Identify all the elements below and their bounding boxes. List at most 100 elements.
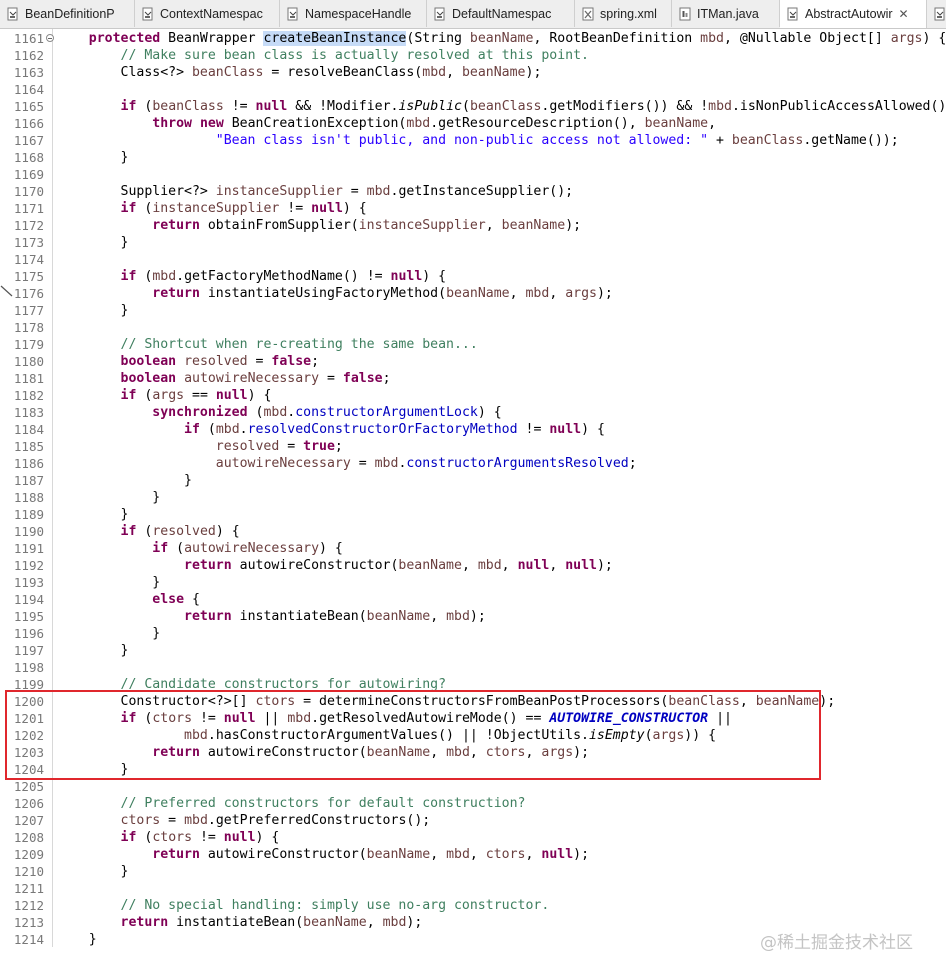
code-area[interactable]: protected BeanWrapper createBeanInstance… (0, 29, 946, 947)
code-token: autowireConstructor( (200, 847, 367, 862)
editor-tab[interactable]: spring.xml (575, 0, 672, 27)
code-token: ( (248, 405, 264, 420)
code-token: != (518, 422, 550, 437)
code-token: ( (645, 728, 653, 743)
code-token: boolean (121, 354, 177, 369)
breakpoint-marker-icon[interactable] (0, 284, 14, 298)
code-line: mbd.hasConstructorArgumentValues() || !O… (57, 727, 716, 744)
editor-tab[interactable]: ITMan.java (672, 0, 780, 27)
code-token: , (470, 847, 486, 862)
code-token: } (57, 864, 128, 879)
code-token: null (549, 422, 581, 437)
code-line: if (mbd.getFactoryMethodName() != null) … (57, 268, 446, 285)
editor-tab-label: AbstractAutowir (805, 7, 893, 21)
code-token: beanName (502, 218, 566, 233)
code-token: } (57, 762, 128, 777)
code-token: resolved (152, 524, 216, 539)
code-line: } (57, 506, 128, 523)
code-token (57, 388, 121, 403)
code-token: beanClass (152, 99, 223, 114)
code-line: return instantiateBean(beanName, mbd); (57, 914, 422, 931)
code-line: "Bean class isn't public, and non-public… (57, 132, 899, 149)
code-token: || (708, 711, 732, 726)
code-token: = (343, 184, 367, 199)
code-token: , (502, 558, 518, 573)
code-token (57, 524, 121, 539)
code-token: ( (200, 422, 216, 437)
code-token: != (192, 830, 224, 845)
code-token: ) { (319, 541, 343, 556)
code-token: . (240, 422, 248, 437)
code-line: // Candidate constructors for autowiring… (57, 676, 446, 693)
code-token: // Make sure bean class is actually reso… (121, 48, 589, 63)
code-token: = (351, 456, 375, 471)
code-token: return (152, 745, 200, 760)
code-token: Class<?> (57, 65, 192, 80)
code-token: ) { (478, 405, 502, 420)
code-line: return obtainFromSupplier(instanceSuppli… (57, 217, 581, 234)
code-token: = (160, 813, 184, 828)
code-token: ); (597, 286, 613, 301)
code-token: mbd (383, 915, 407, 930)
editor-tab[interactable]: ContextNamespac (135, 0, 280, 27)
code-token (57, 796, 121, 811)
code-token: ); (565, 218, 581, 233)
code-token: constructorArgumentLock (295, 405, 478, 420)
code-line: if (instanceSupplier != null) { (57, 200, 367, 217)
editor-tab[interactable]: NamespaceHandle (280, 0, 427, 27)
code-token: if (121, 524, 137, 539)
code-editor[interactable]: 1161116211631164116511661167116811691170… (0, 29, 946, 947)
code-token: mbd (422, 65, 446, 80)
code-token: ( (136, 830, 152, 845)
code-token (57, 711, 121, 726)
code-token: return (184, 558, 232, 573)
code-token: mbd (525, 286, 549, 301)
code-token: if (121, 269, 137, 284)
code-token: null (224, 711, 256, 726)
code-token: ( (136, 99, 152, 114)
code-token: beanName (398, 558, 462, 573)
editor-tab[interactable]: AbstractAutowir ✕ (780, 0, 927, 28)
code-token: beanClass (470, 99, 541, 114)
code-token: } (57, 932, 97, 947)
code-token: new (200, 116, 224, 131)
editor-tab[interactable]: DefaultNamespac (427, 0, 575, 27)
code-token: instantiateUsingFactoryMethod( (200, 286, 446, 301)
code-token: ) { (248, 388, 272, 403)
class-file-icon (786, 7, 800, 21)
code-line: if (ctors != null) { (57, 829, 279, 846)
code-token: .getName()); (803, 133, 898, 148)
code-token: = (279, 439, 303, 454)
code-token (57, 813, 121, 828)
code-token: , (526, 745, 542, 760)
code-token: if (184, 422, 200, 437)
class-file-icon (6, 7, 20, 21)
code-token (57, 677, 121, 692)
code-token (57, 337, 121, 352)
code-token: null (256, 99, 288, 114)
code-token (57, 456, 216, 471)
code-token: = (319, 371, 343, 386)
code-token: } (57, 150, 128, 165)
code-token: || (256, 711, 288, 726)
code-token: ( (136, 388, 152, 403)
code-token (57, 541, 152, 556)
code-token: , (430, 847, 446, 862)
code-line: } (57, 761, 128, 778)
code-line: protected BeanWrapper createBeanInstance… (57, 30, 946, 47)
code-token: beanName (470, 31, 534, 46)
code-token: AUTOWIRE_CONSTRUCTOR (549, 711, 708, 726)
code-token: , @Nullable Object[] (724, 31, 891, 46)
code-token: , (446, 65, 462, 80)
editor-tab[interactable]: BeanDefinitionP (0, 0, 135, 27)
code-token: ( (136, 201, 152, 216)
code-token: mbd (367, 184, 391, 199)
close-tab-icon[interactable]: ✕ (899, 7, 909, 21)
code-token: ctors (121, 813, 161, 828)
code-token (176, 354, 184, 369)
code-line: } (57, 625, 160, 642)
editor-tab[interactable]: M (927, 0, 946, 27)
code-token (57, 609, 184, 624)
code-token: .getFactoryMethodName() != (176, 269, 390, 284)
code-token: "Bean class isn't public, and non-public… (216, 133, 708, 148)
